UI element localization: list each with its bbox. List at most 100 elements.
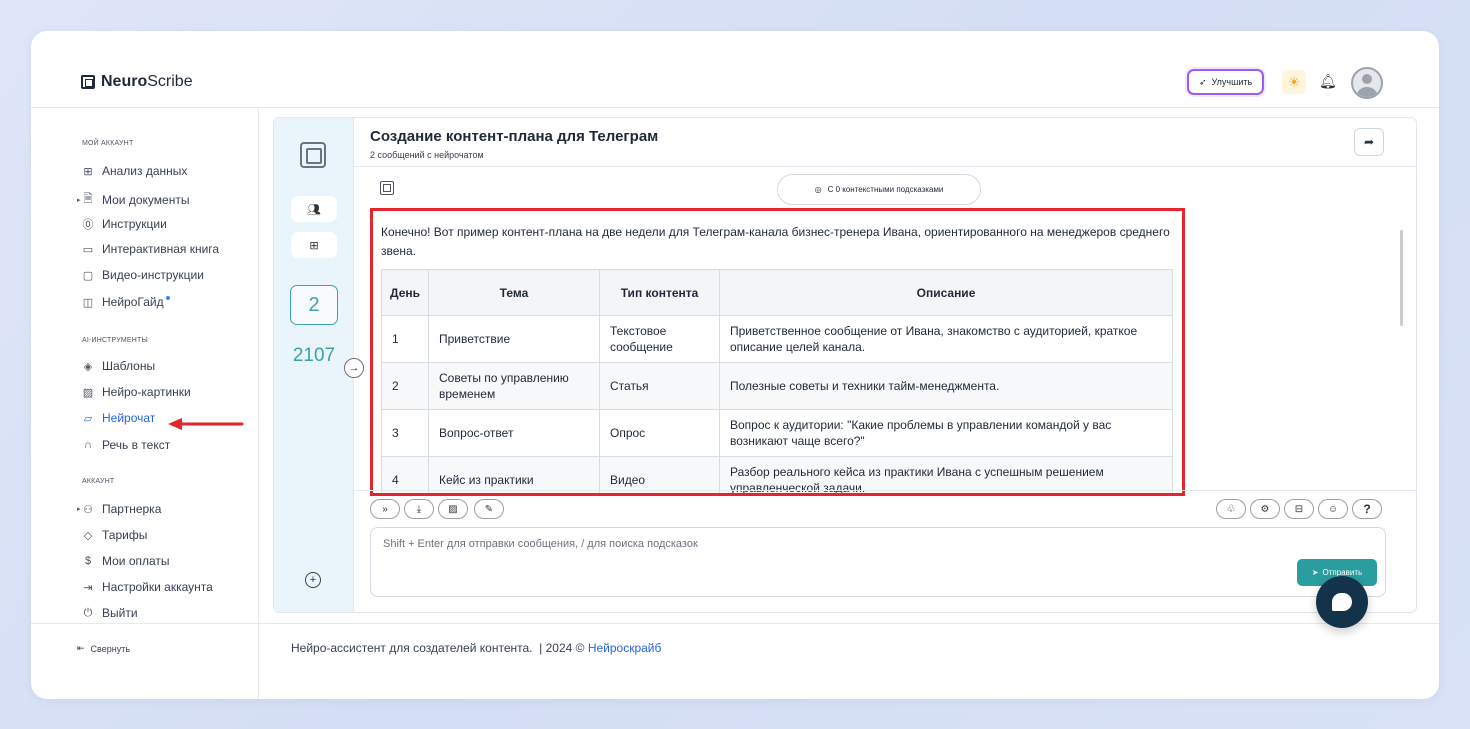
sidebar-item-instructions[interactable]: ⓪ Инструкции <box>82 216 167 232</box>
sidebar-item-templates[interactable]: ◈ Шаблоны <box>82 359 155 373</box>
chat-title: Создание контент-плана для Телеграм <box>370 128 659 145</box>
theme-toggle-sun-icon[interactable]: ☀ <box>1282 70 1306 94</box>
chat-scrollbar[interactable] <box>1400 230 1403 326</box>
message-input[interactable] <box>383 538 1283 562</box>
table-row: 1 Приветствие Текстовое сообщение Привет… <box>381 315 1173 363</box>
image-icon[interactable]: ▨ <box>438 499 468 519</box>
sidebar-item-label: Мои документы <box>102 192 190 207</box>
document-icon: 🗎︎ <box>83 193 93 205</box>
table-cell: Вопрос к аудитории: "Какие проблемы в уп… <box>719 409 1173 457</box>
section-title-account-2: АККАУНТ <box>82 478 115 485</box>
users-icon[interactable]: 👥︎ <box>291 196 337 222</box>
table-cell: Приветствие <box>428 315 600 363</box>
chat-number-badge[interactable]: 2 <box>290 285 338 325</box>
section-title-ai-tools: AI-ИНСТРУМЕНТЫ <box>82 337 148 344</box>
collapse-sidebar-button[interactable]: ⇤ Свернуть <box>77 643 130 654</box>
footer-link[interactable]: Нейроскрайб <box>588 641 662 655</box>
support-chat-button[interactable] <box>1316 576 1368 628</box>
sidebar-item-label: Интерактивная книга <box>102 242 220 256</box>
answer-intro: Конечно! Вот пример контент-плана на две… <box>381 225 1170 258</box>
hints-label: С 0 контекстными подсказками <box>827 185 944 194</box>
collapse-label: Свернуть <box>90 643 131 654</box>
sidebar-item-interactive-book[interactable]: ▭ Интерактивная книга <box>82 242 219 256</box>
sidebar-item-label: Нейро-картинки <box>102 385 191 399</box>
sidebar-item-label: Речь в текст <box>102 438 171 452</box>
app-window: NeuroScribe ➶ Улучшить ☀ 🔔︎ МОЙ АККАУНТ … <box>31 31 1439 699</box>
sidebar-item-label: Анализ данных <box>102 164 188 178</box>
table-cell: 1 <box>381 315 429 363</box>
guide-icon: ◫ <box>82 296 94 309</box>
column-header-day: День <box>381 269 429 316</box>
layout-icon[interactable]: ⊟ <box>1284 499 1314 519</box>
settings-icon[interactable]: ⚙ <box>1250 499 1280 519</box>
new-dot-badge <box>165 296 170 300</box>
sidebar-item-label: Партнерка <box>102 502 162 516</box>
sidebar-item-my-documents[interactable]: ▸ 🗎︎ Мои документы <box>77 190 190 209</box>
sidebar-item-tariffs[interactable]: ◇ Тарифы <box>82 528 148 542</box>
upgrade-button[interactable]: ➶ Улучшить <box>1187 69 1265 95</box>
arrow-right-icon[interactable]: → <box>344 358 364 378</box>
video-icon: ▢ <box>82 269 94 282</box>
sidebar-item-label: Тарифы <box>102 528 148 542</box>
help-button[interactable]: ? <box>1352 499 1382 519</box>
magic-wand-icon[interactable]: ✎ <box>474 499 504 519</box>
sidebar-item-my-payments[interactable]: $ Мои оплаты <box>82 554 170 568</box>
sidebar-item-speech-to-text[interactable]: ∩ Речь в текст <box>82 438 170 452</box>
upgrade-label: Улучшить <box>1211 77 1253 87</box>
image-icon: ▨ <box>82 386 94 399</box>
table-cell: Опрос <box>599 409 720 457</box>
column-header-description: Описание <box>719 269 1173 316</box>
top-bar: NeuroScribe ➶ Улучшить ☀ 🔔︎ <box>31 31 1439 108</box>
avatar[interactable] <box>1351 67 1383 99</box>
chevron-double-down-icon[interactable]: » <box>370 499 400 519</box>
book-icon: ▭ <box>82 243 94 256</box>
sidebar-item-partners[interactable]: ▸ ⚇ Партнерка <box>77 502 162 516</box>
sidebar-item-neurochat[interactable]: ▱ Нейрочат <box>82 411 156 425</box>
headphones-icon: ∩ <box>84 439 92 451</box>
sidebar-item-label: НейроГайд <box>102 295 164 309</box>
sidebar-item-label: Шаблоны <box>102 359 156 373</box>
puzzle-icon[interactable]: ♧ <box>1216 499 1246 519</box>
column-header-topic: Тема <box>428 269 600 316</box>
table-row: 2 Советы по управлению временем Статья П… <box>381 362 1173 410</box>
add-chat-icon[interactable]: + <box>305 572 321 588</box>
sidebar-item-neuro-images[interactable]: ▨ Нейро-картинки <box>82 385 191 399</box>
logo[interactable]: NeuroScribe <box>81 73 193 91</box>
chat-icon: ▱ <box>83 412 93 425</box>
robot-icon[interactable]: ☺ <box>1318 499 1348 519</box>
sidebar-item-label: Видео-инструкции <box>102 268 204 282</box>
tag-icon: ◇ <box>83 529 93 542</box>
context-hints-pill[interactable]: ◎ С 0 контекстными подсказками <box>777 174 981 205</box>
sidebar-item-label: Мои оплаты <box>102 554 170 568</box>
rocket-icon: ➶ <box>1199 76 1207 87</box>
logo-icon <box>81 75 95 89</box>
brand-name-bold: Neuro <box>101 73 148 90</box>
grid-icon[interactable]: ⊞ <box>291 232 337 258</box>
sidebar-item-label: Выйти <box>102 606 138 620</box>
table-header-row: День Тема Тип контента Описание <box>381 269 1173 316</box>
chat-subtitle: 2 сообщений с нейрочатом <box>370 150 484 160</box>
token-count: 2107 <box>292 345 336 366</box>
message-input-box[interactable]: ➤ Отправить <box>370 527 1386 597</box>
sidebar-item-account-settings[interactable]: ⇥ Настройки аккаунта <box>82 580 213 594</box>
assistant-message: Конечно! Вот пример контент-плана на две… <box>370 208 1185 496</box>
column-header-type: Тип контента <box>599 269 720 316</box>
hint-icon: ◎ <box>814 185 822 194</box>
table-cell: Советы по управлению временем <box>428 362 600 410</box>
help-circle-icon: ⓪ <box>82 219 94 231</box>
sidebar-item-logout[interactable]: ⏻ Выйти <box>82 606 138 620</box>
sidebar-item-data-analysis[interactable]: ⊞ Анализ данных <box>82 164 187 178</box>
sidebar-item-label: Настройки аккаунта <box>102 580 213 594</box>
sidebar-item-neuroguide[interactable]: ◫ НейроГайд <box>82 295 170 309</box>
share-icon[interactable]: ➦ <box>1354 128 1384 156</box>
sidebar-item-video-instructions[interactable]: ▢ Видео-инструкции <box>82 268 204 282</box>
send-icon: ➤ <box>1311 568 1319 577</box>
table-cell: Полезные советы и техники тайм-менеджмен… <box>719 362 1173 410</box>
download-icon[interactable]: ⤓ <box>404 499 434 519</box>
footer: Нейро-ассистент для создателей контента.… <box>291 641 661 655</box>
chevron-right-icon: ▸ <box>77 506 81 513</box>
chat-panel: 👥︎ ⊞ 2 2107 + → Создание контент-плана д… <box>273 117 1417 613</box>
header-divider <box>354 166 1417 167</box>
sidebar-divider <box>31 623 259 624</box>
bell-icon[interactable]: 🔔︎ <box>1319 73 1337 90</box>
